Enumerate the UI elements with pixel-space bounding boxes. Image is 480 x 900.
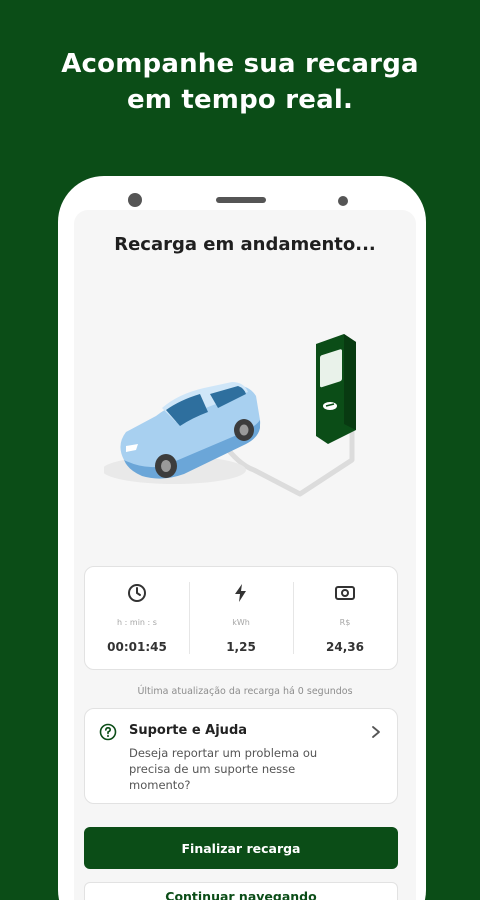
charging-stats-card: h : min : s 00:01:45 kWh 1,25 R$ 24,36 <box>84 566 398 670</box>
app-screen: Recarga em andamento... h : min : s 00:0… <box>74 210 416 900</box>
promo-line-1: Acompanhe sua recarga <box>61 49 419 79</box>
stat-energy-label: kWh <box>232 617 250 627</box>
last-update-text: Última atualização da recarga há 0 segun… <box>137 686 353 697</box>
page-title: Recarga em andamento... <box>114 234 376 255</box>
phone-sensor <box>338 196 348 206</box>
stat-cost: R$ 24,36 <box>293 582 397 654</box>
car-charging-illustration <box>104 334 356 497</box>
money-icon <box>334 582 356 604</box>
stat-cost-label: R$ <box>339 617 351 627</box>
stat-energy: kWh 1,25 <box>189 582 293 654</box>
support-card[interactable]: Suporte e Ajuda Deseja reportar um probl… <box>84 708 398 804</box>
stat-time-label: h : min : s <box>117 617 157 627</box>
finish-charging-button[interactable]: Finalizar recarga <box>84 827 398 869</box>
phone-speaker <box>216 197 266 203</box>
front-camera <box>128 193 142 207</box>
promo-line-2: em tempo real. <box>126 85 354 115</box>
support-title: Suporte e Ajuda <box>129 723 248 738</box>
question-icon <box>99 723 117 741</box>
chevron-right-icon <box>372 726 380 738</box>
stat-time-value: 00:01:45 <box>107 640 167 654</box>
lightning-icon <box>230 582 252 604</box>
support-description: Deseja reportar um problema ou precisa d… <box>129 746 318 792</box>
stat-time: h : min : s 00:01:45 <box>85 582 189 654</box>
stat-cost-value: 24,36 <box>326 640 364 654</box>
clock-icon <box>126 582 148 604</box>
continue-browsing-button[interactable]: Continuar navegando <box>84 882 398 900</box>
stat-energy-value: 1,25 <box>226 640 256 654</box>
promo-headline: Acompanhe sua recarga em tempo real. <box>0 46 480 118</box>
